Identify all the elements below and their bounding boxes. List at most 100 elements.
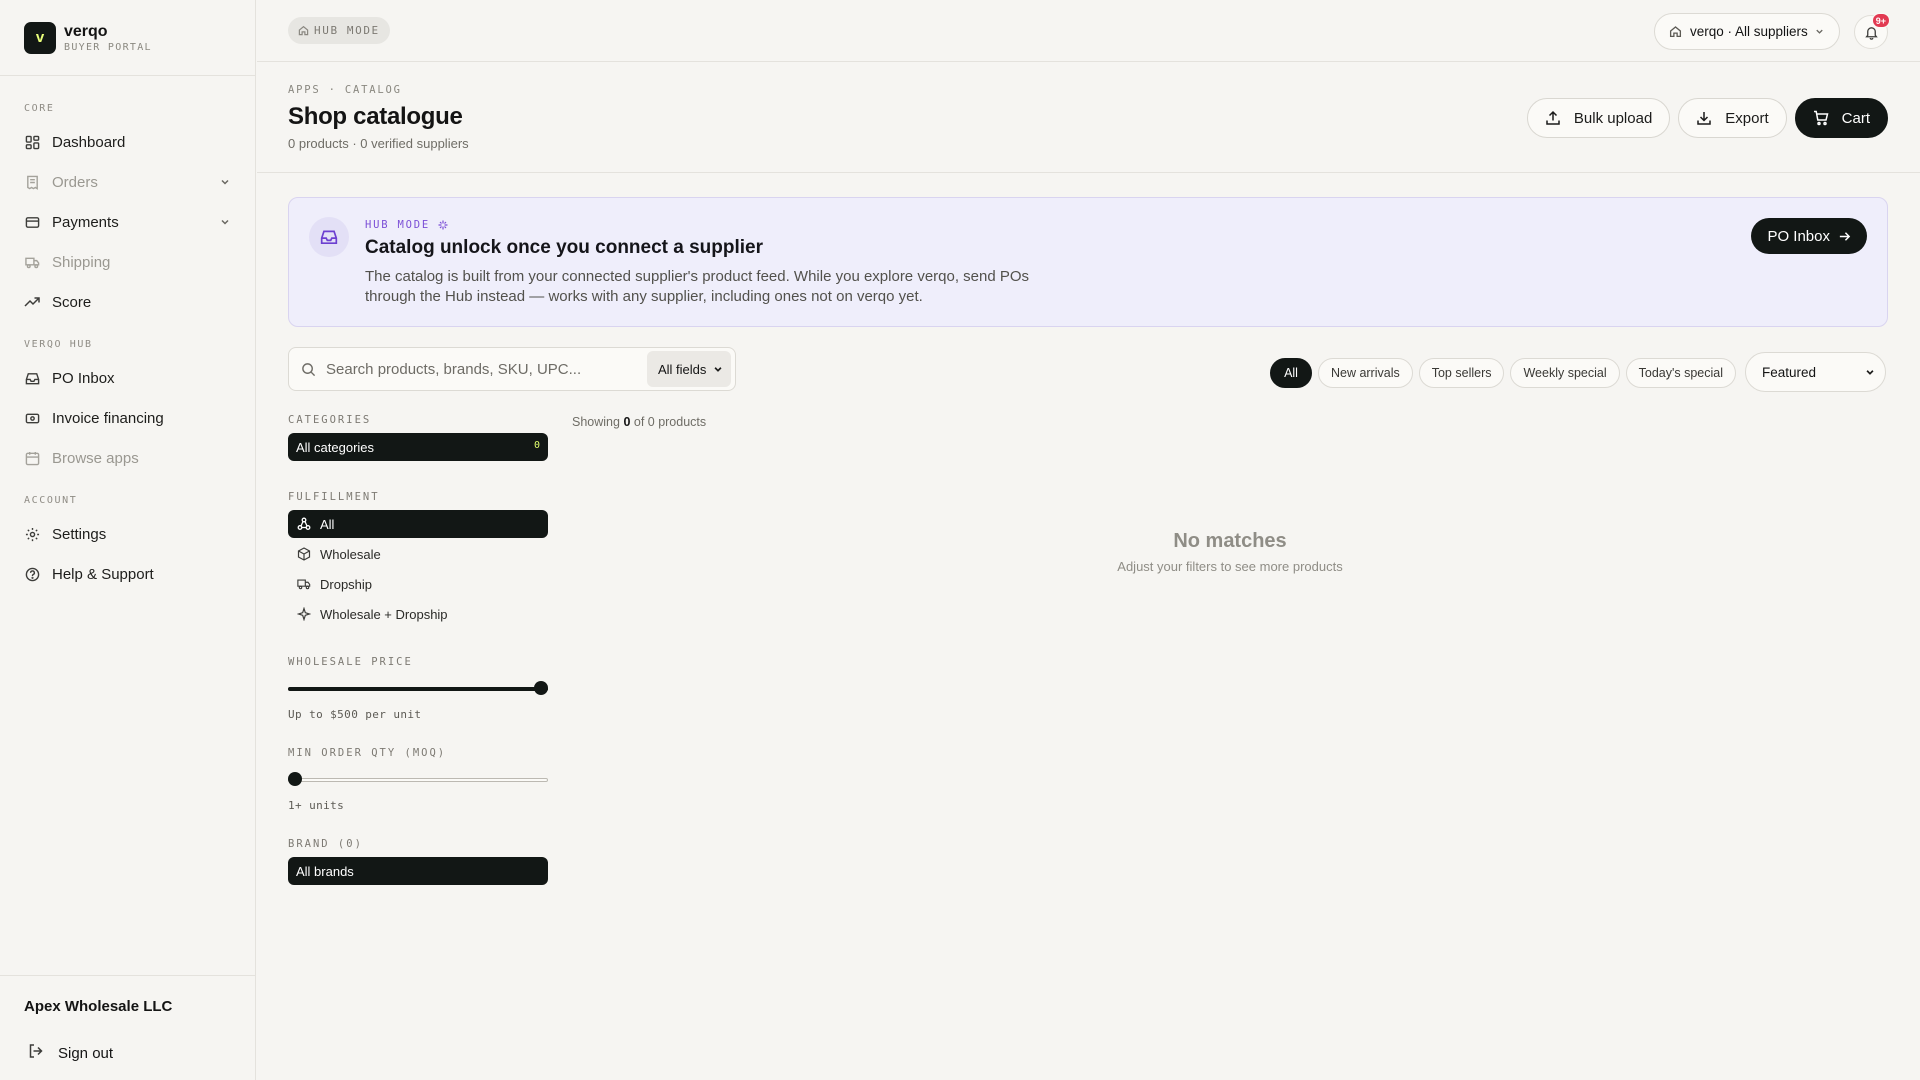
fulfillment-wholesale-dropship[interactable]: Wholesale + Dropship xyxy=(288,600,548,628)
truck-icon xyxy=(296,577,312,591)
upload-icon xyxy=(1546,110,1560,125)
brand-label: BRAND (0) xyxy=(288,838,363,850)
sidebar-item-browse-apps[interactable]: Browse apps xyxy=(0,438,255,478)
sparkle-icon xyxy=(438,220,448,230)
category-all[interactable]: All categories 0 xyxy=(288,433,548,461)
chevron-down-icon[interactable] xyxy=(219,215,231,232)
topbar: HUB MODE verqo · All suppliers 9+ xyxy=(257,0,1920,62)
arrow-right-icon xyxy=(1839,231,1851,241)
brand-all[interactable]: All brands xyxy=(288,857,548,885)
search-input[interactable] xyxy=(326,360,647,378)
sidebar-item-shipping[interactable]: Shipping xyxy=(0,242,255,282)
brand[interactable]: v verqo BUYER PORTAL xyxy=(0,0,255,76)
header-actions: Bulk upload Export Cart xyxy=(1526,98,1888,138)
inbox-icon xyxy=(24,370,40,386)
bulk-upload-button[interactable]: Bulk upload xyxy=(1526,98,1671,138)
slider-thumb[interactable] xyxy=(534,681,548,695)
fulfillment-option-label: Wholesale xyxy=(320,546,381,562)
page-title: Shop catalogue xyxy=(288,103,463,130)
chip-all[interactable]: All xyxy=(1270,357,1312,388)
trending-up-icon xyxy=(24,294,40,310)
moq-slider[interactable] xyxy=(288,772,548,787)
sidebar-item-label: Orders xyxy=(52,173,98,191)
chip-todays-special[interactable]: Today's special xyxy=(1625,357,1736,388)
sidebar-item-label: Dashboard xyxy=(52,133,126,151)
receipt-icon xyxy=(24,174,40,190)
sparkle-icon xyxy=(296,607,312,621)
cart-button[interactable]: Cart xyxy=(1794,98,1888,138)
brand-subtitle: BUYER PORTAL xyxy=(64,41,152,53)
categories-label: CATEGORIES xyxy=(288,414,372,426)
chevron-down-icon xyxy=(1866,370,1874,375)
help-circle-icon xyxy=(24,566,40,582)
notifications-button[interactable]: 9+ xyxy=(1854,13,1890,49)
supplier-select[interactable]: verqo · All suppliers xyxy=(1654,13,1840,50)
sidebar-item-invoice-financing[interactable]: Invoice financing xyxy=(0,398,255,438)
supplier-select-value: verqo · All suppliers xyxy=(1690,24,1808,39)
sign-out-button[interactable]: Sign out xyxy=(0,1043,256,1063)
sidebar-item-settings[interactable]: Settings xyxy=(0,514,255,554)
nav-section-hub: VERQO HUB xyxy=(24,339,93,350)
page-subtitle: 0 products · 0 verified suppliers xyxy=(288,136,469,151)
package-icon xyxy=(296,547,312,561)
export-button[interactable]: Export xyxy=(1678,98,1787,138)
sidebar-item-label: PO Inbox xyxy=(52,369,115,387)
inbox-icon xyxy=(309,217,349,257)
sidebar-item-label: Shipping xyxy=(52,253,111,271)
search-field-select-value: All fields xyxy=(658,361,707,377)
sidebar-item-payments[interactable]: Payments xyxy=(0,202,255,242)
sidebar-item-orders[interactable]: Orders xyxy=(0,162,255,202)
nav-section-core: CORE xyxy=(24,103,55,114)
network-icon xyxy=(296,517,312,531)
home-icon xyxy=(1669,26,1682,38)
slider-fill xyxy=(288,687,548,691)
fulfillment-wholesale[interactable]: Wholesale xyxy=(288,540,548,568)
cart-icon xyxy=(1813,110,1829,126)
po-inbox-button-label: PO Inbox xyxy=(1767,227,1830,245)
download-icon xyxy=(1697,112,1712,125)
sidebar-item-score[interactable]: Score xyxy=(0,282,255,322)
chip-new-arrivals[interactable]: New arrivals xyxy=(1317,357,1413,388)
sidebar-item-label: Help & Support xyxy=(52,565,154,583)
credit-card-icon xyxy=(24,214,40,230)
sidebar: v verqo BUYER PORTAL CORE Dashboard Orde… xyxy=(0,0,256,1080)
sidebar-item-label: Invoice financing xyxy=(52,409,164,427)
sidebar-item-dashboard[interactable]: Dashboard xyxy=(0,122,255,162)
banner-title: Catalog unlock once you connect a suppli… xyxy=(365,237,764,258)
empty-state-title: No matches xyxy=(1173,530,1287,552)
empty-state-subtitle: Adjust your filters to see more products xyxy=(1117,559,1343,574)
results-total: of 0 products xyxy=(633,415,707,429)
wholesale-price-label: WHOLESALE PRICE xyxy=(288,656,413,668)
fulfillment-option-label: Dropship xyxy=(320,576,373,592)
brand-logo: v xyxy=(24,21,56,54)
fulfillment-dropship[interactable]: Dropship xyxy=(288,570,548,598)
results-shown-count: 0 xyxy=(623,415,631,429)
slider-track xyxy=(288,778,548,782)
sidebar-item-label: Score xyxy=(52,293,92,311)
sidebar-footer: Apex Wholesale LLC Sign out xyxy=(0,975,256,1080)
chip-top-sellers[interactable]: Top sellers xyxy=(1418,357,1505,388)
sort-select[interactable]: Featured xyxy=(1745,352,1886,392)
results-showing-prefix: Showing xyxy=(572,415,620,429)
banner-text: The catalog is built from your connected… xyxy=(365,268,1030,305)
brand-name: verqo xyxy=(64,22,108,40)
chevron-down-icon[interactable] xyxy=(219,175,231,192)
grid-icon xyxy=(24,134,40,150)
wholesale-price-slider[interactable] xyxy=(288,681,548,696)
quick-filter-chips: All New arrivals Top sellers Weekly spec… xyxy=(1270,352,1886,392)
fulfillment-option-label: All xyxy=(320,516,335,532)
breadcrumb: APPS · CATALOG xyxy=(288,84,402,96)
nav-section-account: ACCOUNT xyxy=(24,495,78,506)
fulfillment-all[interactable]: All xyxy=(288,510,548,538)
sidebar-item-help-support[interactable]: Help & Support xyxy=(0,554,255,594)
search-field-select[interactable]: All fields xyxy=(647,351,731,387)
chip-weekly-special[interactable]: Weekly special xyxy=(1510,357,1620,388)
slider-thumb[interactable] xyxy=(288,772,302,786)
company-name: Apex Wholesale LLC xyxy=(24,998,173,1015)
fulfillment-option-label: Wholesale + Dropship xyxy=(320,606,448,622)
sidebar-item-po-inbox[interactable]: PO Inbox xyxy=(0,358,255,398)
banner-kicker-label: HUB MODE xyxy=(365,219,430,231)
chevron-down-icon xyxy=(1816,29,1823,34)
banner-kicker: HUB MODE xyxy=(365,219,449,231)
po-inbox-button[interactable]: PO Inbox xyxy=(1751,218,1867,254)
